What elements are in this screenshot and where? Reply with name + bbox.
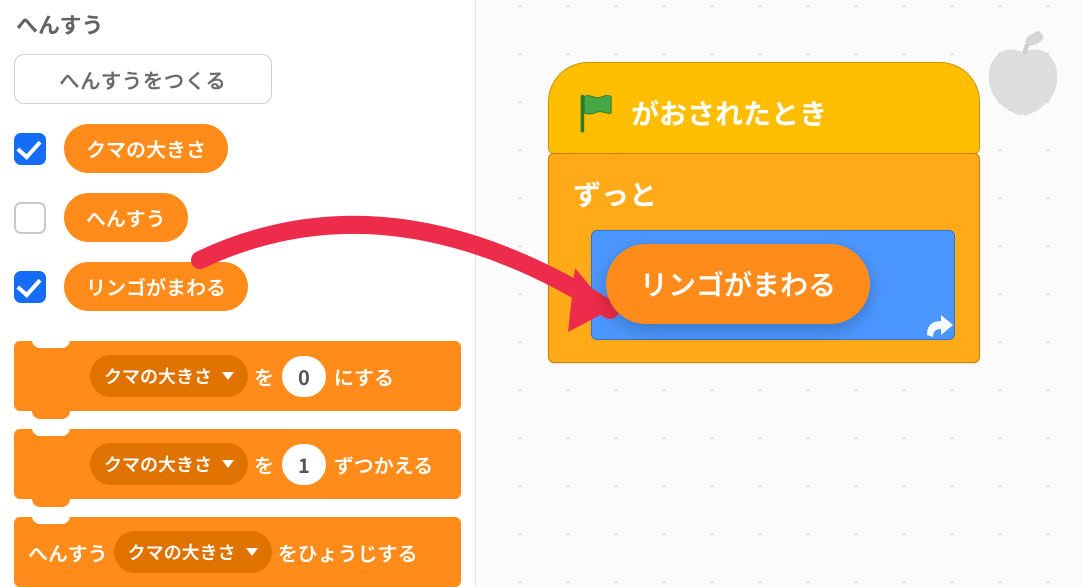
variable-list: クマの大きさ へんすう リンゴがまわる xyxy=(14,124,461,311)
block-text: へんすう xyxy=(28,538,108,567)
show-variable-block[interactable]: へんすう クマの大きさ をひょうじする xyxy=(14,517,461,587)
sprite-thumbnail-apple xyxy=(976,24,1070,122)
dropdown-label: クマの大きさ xyxy=(104,363,212,389)
palette-blocks: クマの大きさ を 0 にする クマの大きさ を 1 ずつかえる へんすう xyxy=(14,341,461,587)
variable-pill[interactable]: クマの大きさ xyxy=(64,124,228,173)
variable-visibility-checkbox[interactable] xyxy=(14,133,46,165)
number-input[interactable]: 0 xyxy=(282,356,326,397)
app-root: へんすう へんすうをつくる クマの大きさ へんすう リンゴがまわる クマの大きさ xyxy=(0,0,1082,587)
category-title: へんすう xyxy=(14,0,461,54)
variable-dropdown[interactable]: クマの大きさ xyxy=(90,355,248,397)
chevron-down-icon xyxy=(246,548,258,556)
variable-row: リンゴがまわる xyxy=(14,262,461,311)
set-variable-block[interactable]: クマの大きさ を 0 にする xyxy=(14,341,461,411)
dragged-variable-pill[interactable]: リンゴがまわる xyxy=(606,244,870,324)
variable-pill[interactable]: へんすう xyxy=(64,193,188,242)
variable-dropdown[interactable]: クマの大きさ xyxy=(90,443,248,485)
make-variable-button[interactable]: へんすうをつくる xyxy=(14,54,272,104)
apple-icon xyxy=(976,24,1070,118)
chevron-down-icon xyxy=(222,372,234,380)
forever-label: ずっと xyxy=(573,174,657,214)
hat-label: がおされたとき xyxy=(631,93,827,133)
loop-arrow-icon xyxy=(921,310,955,350)
variable-dropdown[interactable]: クマの大きさ xyxy=(114,531,272,573)
block-text: にする xyxy=(334,362,394,391)
when-flag-clicked-block[interactable]: がおされたとき xyxy=(548,62,980,154)
variable-row: クマの大きさ xyxy=(14,124,461,173)
variable-visibility-checkbox[interactable] xyxy=(14,202,46,234)
variable-row: へんすう xyxy=(14,193,461,242)
number-input[interactable]: 1 xyxy=(282,444,326,485)
variable-visibility-checkbox[interactable] xyxy=(14,271,46,303)
block-text: をひょうじする xyxy=(278,538,418,567)
block-text: ずつかえる xyxy=(334,450,433,479)
block-text: を xyxy=(254,450,274,479)
block-palette: へんすう へんすうをつくる クマの大きさ へんすう リンゴがまわる クマの大きさ xyxy=(0,0,476,587)
chevron-down-icon xyxy=(222,460,234,468)
dropdown-label: クマの大きさ xyxy=(128,539,236,565)
dropdown-label: クマの大きさ xyxy=(104,451,212,477)
change-variable-block[interactable]: クマの大きさ を 1 ずつかえる xyxy=(14,429,461,499)
variable-pill[interactable]: リンゴがまわる xyxy=(64,262,248,311)
green-flag-icon xyxy=(577,93,613,133)
block-text: を xyxy=(254,362,274,391)
script-canvas[interactable]: がおされたとき ずっと 15 どまわす リンゴがまわ xyxy=(476,0,1082,587)
